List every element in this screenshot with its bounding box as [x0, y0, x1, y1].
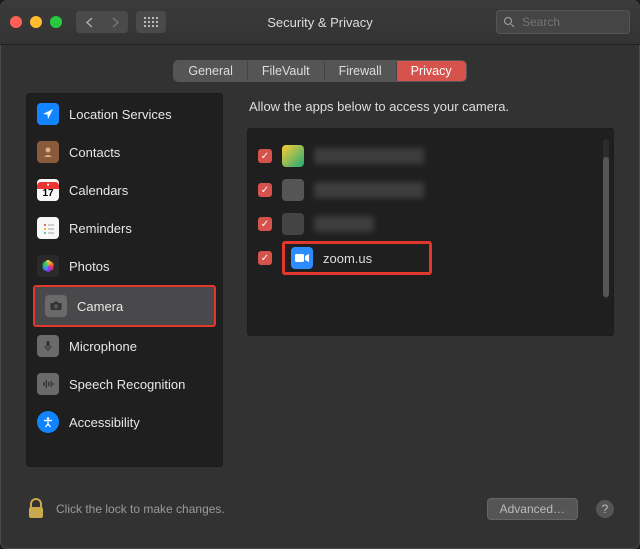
app-icon-redacted	[282, 145, 304, 167]
content-pane: Allow the apps below to access your came…	[247, 93, 614, 467]
app-icon-redacted	[282, 213, 304, 235]
sidebar-item-location-services[interactable]: Location Services	[27, 95, 222, 133]
app-row-zoom[interactable]: ✓ zoom.us	[258, 241, 597, 275]
app-checkbox[interactable]: ✓	[258, 183, 272, 197]
back-button[interactable]	[76, 11, 102, 33]
preferences-window: Security & Privacy General FileVault Fir…	[0, 0, 640, 549]
app-row[interactable]: ✓	[258, 139, 597, 173]
sidebar-item-label: Contacts	[69, 145, 120, 160]
app-icon-redacted	[282, 179, 304, 201]
sidebar-item-label: Microphone	[69, 339, 137, 354]
tab-bar: General FileVault Firewall Privacy	[0, 45, 640, 93]
sidebar-item-label: Photos	[69, 259, 109, 274]
close-window-button[interactable]	[10, 16, 22, 28]
speech-recognition-icon	[37, 373, 59, 395]
sidebar-item-contacts[interactable]: Contacts	[27, 133, 222, 171]
reminders-icon	[37, 217, 59, 239]
forward-button[interactable]	[102, 11, 128, 33]
sidebar-item-photos[interactable]: Photos	[27, 247, 222, 285]
zoom-highlight: zoom.us	[282, 241, 432, 275]
show-all-button[interactable]	[136, 11, 166, 33]
titlebar: Security & Privacy	[0, 0, 640, 45]
sidebar-item-label: Reminders	[69, 221, 132, 236]
sidebar-item-label: Calendars	[69, 183, 128, 198]
app-name-redacted	[314, 216, 374, 232]
app-list-scrollbar[interactable]	[603, 139, 609, 299]
app-name: zoom.us	[323, 251, 372, 266]
app-name-redacted	[314, 182, 424, 198]
sidebar-item-calendars[interactable]: ● 17 Calendars	[27, 171, 222, 209]
sidebar-item-label: Accessibility	[69, 415, 140, 430]
content-heading: Allow the apps below to access your came…	[247, 93, 614, 128]
lock-hint: Click the lock to make changes.	[56, 502, 225, 516]
search-icon	[503, 16, 515, 28]
sidebar-item-label: Camera	[77, 299, 123, 314]
accessibility-icon	[37, 411, 59, 433]
sidebar-item-speech-recognition[interactable]: Speech Recognition	[27, 365, 222, 403]
window-controls	[10, 16, 62, 28]
lock-button[interactable]	[26, 497, 46, 521]
microphone-icon	[37, 335, 59, 357]
contacts-icon	[37, 141, 59, 163]
help-button[interactable]: ?	[596, 500, 614, 518]
sidebar-item-accessibility[interactable]: Accessibility	[27, 403, 222, 441]
minimize-window-button[interactable]	[30, 16, 42, 28]
sidebar-item-label: Location Services	[69, 107, 172, 122]
footer: Click the lock to make changes. Advanced…	[0, 479, 640, 529]
app-row[interactable]: ✓	[258, 207, 597, 241]
search-input[interactable]	[520, 14, 623, 30]
sidebar-item-microphone[interactable]: Microphone	[27, 327, 222, 365]
app-checkbox[interactable]: ✓	[258, 217, 272, 231]
location-arrow-icon	[37, 103, 59, 125]
camera-highlight: Camera	[33, 285, 216, 327]
sidebar-item-reminders[interactable]: Reminders	[27, 209, 222, 247]
sidebar-item-label: Speech Recognition	[69, 377, 185, 392]
privacy-sidebar: Location Services Contacts ● 17 Calendar…	[26, 93, 223, 467]
app-name-redacted	[314, 148, 424, 164]
zoom-window-button[interactable]	[50, 16, 62, 28]
advanced-button[interactable]: Advanced…	[487, 498, 578, 520]
photos-icon	[37, 255, 59, 277]
tab-filevault[interactable]: FileVault	[248, 61, 325, 81]
camera-app-list: ✓ ✓ ✓ ✓	[247, 128, 614, 336]
sidebar-item-camera[interactable]: Camera	[35, 287, 214, 325]
calendar-icon: ● 17	[37, 179, 59, 201]
nav-buttons	[76, 11, 128, 33]
app-checkbox[interactable]: ✓	[258, 251, 272, 265]
zoom-icon	[291, 247, 313, 269]
app-checkbox[interactable]: ✓	[258, 149, 272, 163]
tab-general[interactable]: General	[174, 61, 247, 81]
camera-icon	[45, 295, 67, 317]
tab-firewall[interactable]: Firewall	[325, 61, 397, 81]
app-row[interactable]: ✓	[258, 173, 597, 207]
search-field[interactable]	[496, 10, 630, 34]
tab-privacy[interactable]: Privacy	[397, 61, 466, 81]
